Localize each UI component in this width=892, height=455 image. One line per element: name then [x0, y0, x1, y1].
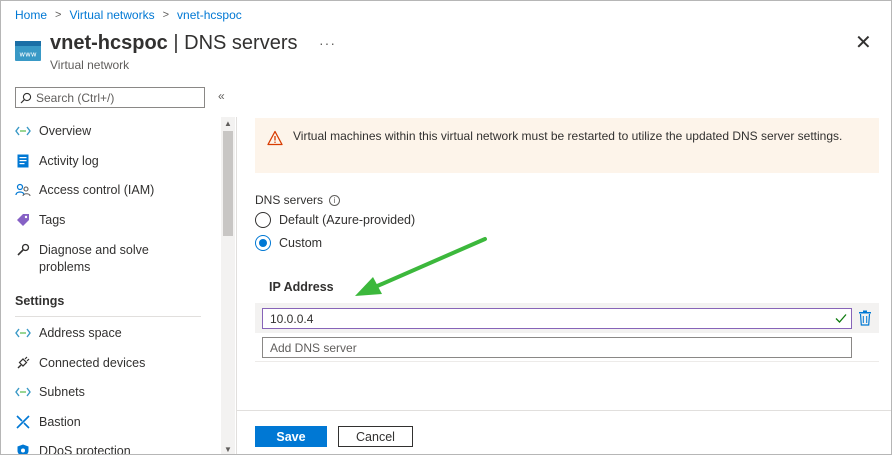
page-subtitle: Virtual network [50, 58, 130, 72]
chevron-right-icon: > [55, 9, 62, 21]
scrollbar-thumb[interactable] [223, 131, 233, 236]
sidebar-item-label: Diagnose and solve problems [39, 243, 149, 274]
radio-circle[interactable] [255, 212, 271, 228]
wrench-icon [15, 242, 31, 258]
pane-divider [236, 117, 237, 454]
tag-icon [15, 212, 31, 228]
people-icon [15, 182, 31, 198]
radio-custom-label: Custom [279, 236, 323, 250]
sidebar-item-address-space[interactable]: Address space [15, 325, 122, 342]
radio-custom-dns[interactable]: Custom [255, 235, 322, 251]
cancel-button[interactable]: Cancel [338, 426, 413, 447]
ip-address-column-header: IP Address [269, 280, 334, 294]
search-icon [20, 92, 32, 103]
dns-server-ip-value: 10.0.0.4 [270, 311, 314, 326]
shield-icon [15, 443, 31, 454]
breadcrumb-home[interactable]: Home [15, 8, 47, 22]
bastion-icon [15, 414, 31, 430]
scroll-up-icon[interactable]: ▲ [224, 119, 232, 128]
sidebar-section-settings: Settings [15, 294, 65, 308]
sidebar-item-label: DDoS protection [39, 444, 131, 455]
breadcrumb-vnet[interactable]: vnet-hcspoc [177, 8, 242, 22]
sidebar-item-access-control[interactable]: Access control (IAM) [15, 182, 154, 199]
sidebar-item-label: Bastion [39, 415, 81, 429]
virtual-network-icon: www [15, 41, 41, 61]
sidebar-item-activity-log[interactable]: Activity log [15, 153, 99, 170]
warning-icon [267, 130, 283, 146]
dns-servers-label: DNS servers i [255, 193, 341, 207]
search-input[interactable]: Search (Ctrl+/) [15, 87, 205, 108]
page-title: vnet-hcspoc | DNS servers [50, 32, 297, 55]
sidebar-scrollbar[interactable]: ▲ ▼ [221, 117, 235, 454]
sidebar-item-label: Connected devices [39, 356, 146, 370]
row-divider [255, 361, 879, 362]
checkmark-icon [835, 314, 847, 323]
add-dns-server-input[interactable]: Add DNS server [262, 337, 852, 358]
vnet-brackets-icon [15, 384, 31, 400]
dns-servers-label-text: DNS servers [255, 193, 324, 207]
blade-name: | DNS servers [173, 32, 298, 54]
sidebar-item-overview[interactable]: Overview [15, 123, 91, 140]
virtual-network-icon-text: www [19, 51, 36, 59]
chevron-right-icon: > [162, 9, 170, 21]
vnet-brackets-icon [15, 123, 31, 139]
more-options-icon[interactable]: ··· [319, 35, 336, 51]
sidebar-item-label: Tags [39, 213, 66, 227]
save-button[interactable]: Save [255, 426, 327, 447]
sidebar-item-label: Subnets [39, 385, 85, 399]
radio-circle-selected[interactable] [255, 235, 271, 251]
sidebar-divider [15, 316, 201, 317]
warning-banner: Virtual machines within this virtual net… [255, 118, 879, 173]
delete-icon[interactable] [858, 310, 872, 326]
plug-icon [15, 355, 31, 371]
radio-default-label: Default (Azure-provided) [279, 213, 416, 227]
sidebar-item-tags[interactable]: Tags [15, 212, 65, 229]
close-icon[interactable]: ✕ [855, 33, 872, 53]
search-placeholder: Search (Ctrl+/) [36, 90, 115, 105]
breadcrumb: Home > Virtual networks > vnet-hcspoc [15, 8, 242, 22]
info-icon[interactable]: i [329, 194, 341, 206]
vnet-brackets-icon [15, 325, 31, 341]
add-dns-server-placeholder: Add DNS server [270, 340, 357, 355]
activity-log-icon [15, 153, 31, 169]
scroll-down-icon[interactable]: ▼ [224, 445, 232, 454]
action-footer [237, 410, 891, 454]
warning-text: Virtual machines within this virtual net… [293, 129, 843, 143]
sidebar-item-ddos[interactable]: DDoS protection [15, 443, 131, 455]
annotation-arrow-icon [355, 237, 487, 296]
radio-default-dns[interactable]: Default (Azure-provided) [255, 212, 415, 228]
dns-server-ip-input[interactable]: 10.0.0.4 [262, 308, 852, 329]
sidebar-item-connected-devices[interactable]: Connected devices [15, 355, 145, 372]
sidebar-item-bastion[interactable]: Bastion [15, 414, 81, 431]
sidebar-item-diagnose[interactable]: Diagnose and solve problems [15, 242, 165, 276]
sidebar-item-label: Overview [39, 124, 92, 138]
breadcrumb-virtual-networks[interactable]: Virtual networks [69, 8, 154, 22]
portal-blade: Home > Virtual networks > vnet-hcspoc ww… [0, 0, 892, 455]
sidebar-item-label: Address space [39, 326, 122, 340]
sidebar-item-label: Access control (IAM) [39, 183, 155, 197]
resource-name: vnet-hcspoc [50, 32, 168, 54]
sidebar-item-label: Activity log [39, 154, 99, 168]
sidebar-item-subnets[interactable]: Subnets [15, 384, 85, 401]
collapse-sidebar-icon[interactable]: « [218, 89, 225, 103]
